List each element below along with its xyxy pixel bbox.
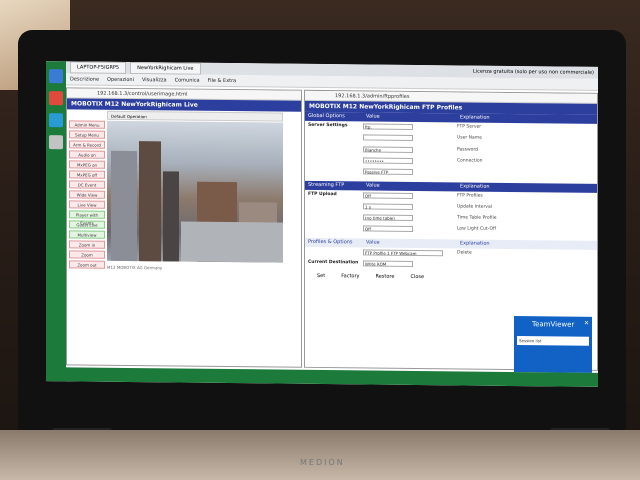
directory-input[interactable]: Bianche	[363, 146, 413, 153]
side-menu-button[interactable]: Admin Menu	[69, 120, 105, 129]
row-expl: Connection	[457, 158, 483, 164]
left-title: MOBOTIX M12 NewYorkRighicam Live	[67, 98, 301, 112]
side-menu-button[interactable]: DC Event	[69, 180, 105, 189]
menu-item[interactable]: Comunica	[175, 77, 200, 83]
side-menu-button[interactable]: Multiview	[69, 230, 105, 239]
tab-camera[interactable]: NewYorkRighicam Live	[130, 61, 201, 75]
laptop-screen: LAPTOP-F5IGRP5 NewYorkRighicam Live Lice…	[46, 61, 598, 387]
row-expl: User Name	[457, 135, 482, 141]
row-expl: Time Table Profile	[457, 215, 497, 221]
building	[139, 141, 161, 262]
side-menu-button[interactable]: MxPEG on	[69, 160, 105, 169]
set-button[interactable]: Set	[317, 273, 325, 279]
close-button[interactable]: Close	[410, 274, 424, 280]
timetable-select[interactable]: (no time table)	[363, 214, 413, 221]
desktop-icon[interactable]	[49, 113, 63, 128]
row-expl: Low Light Cut-Off	[457, 226, 497, 232]
menu-item[interactable]: File & Extra	[208, 77, 237, 83]
col-header: Profiles & Options	[308, 238, 353, 246]
camera-image	[107, 120, 283, 263]
close-icon[interactable]: ✕	[584, 320, 589, 327]
left-footer: M12 MOBOTIX AG Germany	[107, 264, 163, 271]
laptop-brand: MEDION	[300, 458, 345, 467]
col-header: Value	[366, 113, 380, 120]
col-header: Value	[366, 182, 380, 189]
session-list[interactable]: Session list	[517, 336, 589, 346]
col-header: Explanation	[460, 183, 490, 190]
side-menu-button[interactable]: MxPEG off	[69, 170, 105, 179]
profile-name-input[interactable]: FTP Profile 1 FTP Webcam	[363, 249, 443, 257]
col-header: Streaming FTP	[308, 181, 345, 189]
row-label: Current Destination	[308, 259, 359, 266]
ftp-server-input[interactable]: ftp.	[363, 123, 413, 130]
desktop-icon[interactable]	[49, 91, 63, 106]
stream-row: Off Low Light Cut-Off	[305, 223, 597, 237]
side-menu-button[interactable]: Arm & Record	[69, 140, 105, 149]
password-input[interactable]: ••••••••	[363, 157, 413, 164]
side-menu-button[interactable]: Guest Live	[69, 220, 105, 229]
lowlight-select[interactable]: Off	[363, 225, 413, 232]
row-label: FTP Upload	[308, 191, 337, 198]
teamviewer-panel[interactable]: ✕ TeamViewer Session list	[514, 316, 592, 373]
side-menu-button[interactable]: Live View	[69, 200, 105, 209]
laptop-base	[0, 430, 640, 480]
building	[111, 150, 137, 262]
menu-item[interactable]: Descrizione	[70, 76, 99, 82]
side-menu-button[interactable]: Audio on	[69, 150, 105, 159]
delete-checkbox[interactable]: Delete	[457, 250, 597, 258]
menu-item[interactable]: Operazioni	[107, 76, 134, 82]
menu-item[interactable]: Visualizza	[142, 77, 167, 83]
side-menu-button[interactable]: Zoom in	[69, 240, 105, 249]
side-menu-button[interactable]: Zoom out	[69, 260, 105, 269]
side-menu-button[interactable]: Setup Menu	[69, 130, 105, 139]
action-buttons: Set Factory Restore Close	[305, 269, 597, 286]
side-menu: Admin Menu Setup Menu Arm & Record Audio on…	[69, 120, 105, 270]
rooftop	[181, 221, 283, 263]
interval-select[interactable]: 1 s	[363, 203, 413, 210]
side-menu-button[interactable]: Player with Events	[69, 210, 105, 226]
tab-laptop[interactable]: LAPTOP-F5IGRP5	[70, 61, 127, 74]
destination-select[interactable]: Write ROM	[363, 260, 413, 267]
row-expl: FTP Profiles	[457, 193, 483, 199]
col-header: Explanation	[460, 114, 490, 121]
desktop-icon[interactable]	[49, 69, 63, 84]
desktop-icon[interactable]	[49, 135, 63, 150]
ftp-upload-select[interactable]: Off	[363, 192, 413, 199]
desktop-icon-strip	[46, 61, 66, 382]
license-note: Licenza gratuita (solo per uso non comme…	[472, 68, 594, 76]
side-menu-button[interactable]: Zoom	[69, 250, 105, 259]
settings-row: Passive FTP	[305, 166, 597, 180]
connection-select[interactable]: Passive FTP	[363, 168, 413, 175]
factory-button[interactable]: Factory	[341, 273, 359, 279]
row-expl: Password	[457, 147, 479, 153]
row-expl: Update Interval	[457, 204, 492, 210]
col-header: Value	[366, 239, 380, 246]
restore-button[interactable]: Restore	[375, 274, 394, 280]
camera-live-window: 192.168.1.3/control/userimage.html MOBOT…	[66, 87, 302, 368]
col-header: Explanation	[460, 240, 490, 247]
camera-toolbar[interactable]: Default Operation	[107, 110, 283, 122]
building	[163, 171, 179, 262]
side-menu-button[interactable]: Wide View	[69, 190, 105, 199]
user-input[interactable]	[363, 134, 413, 141]
row-label: Server Settings	[308, 122, 348, 129]
teamviewer-title: TeamViewer	[532, 320, 575, 329]
col-header: Global Options	[308, 112, 345, 120]
row-expl: FTP Server	[457, 124, 482, 130]
